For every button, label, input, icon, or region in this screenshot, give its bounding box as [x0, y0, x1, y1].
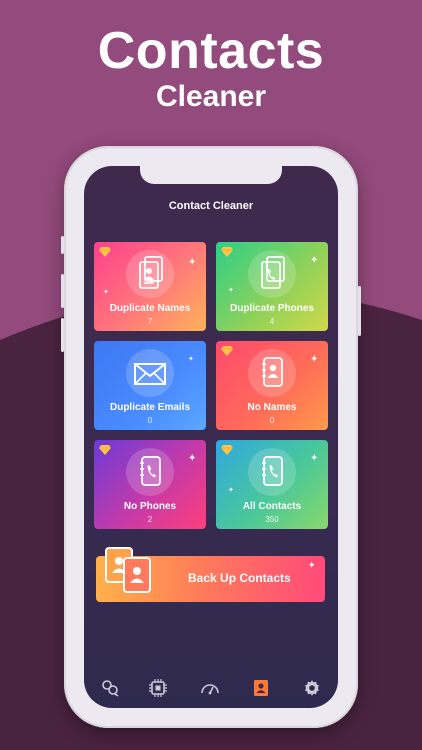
diamond-icon [221, 247, 233, 257]
sparkle-icon: ✦ [103, 289, 109, 296]
sparkle-icon: ✦ [228, 487, 234, 494]
sparkle-icon: ✦ [310, 354, 319, 365]
speedometer-icon[interactable] [200, 678, 220, 698]
sparkle-icon: ✦ [228, 287, 234, 294]
sparkle-icon: ✦ [310, 255, 319, 266]
sparkle-icon: ✦ [188, 453, 197, 464]
merge-icon[interactable] [100, 678, 120, 698]
app-title: Contact Cleaner [168, 200, 254, 212]
backup-contacts-icon [105, 547, 151, 593]
card-count: 7 [147, 317, 153, 326]
phone-book-icon [262, 456, 283, 486]
diamond-icon [99, 247, 111, 257]
promo-headline: Contacts Cleaner [0, 22, 422, 114]
sparkle-icon: ✦ [310, 453, 319, 464]
sparkle-icon: ✦ [308, 560, 316, 570]
back-up-contacts-button[interactable]: ✦ Back Up Contacts [96, 547, 325, 602]
card-label: Duplicate Names [109, 303, 191, 314]
card-count: 2 [147, 515, 153, 524]
card-label: Duplicate Phones [230, 303, 314, 314]
card-no-phones[interactable]: ✦ No Phones 2 [94, 440, 206, 529]
phone-frame: Contact Cleaner ✦ ✦ Duplicate Names 7 ✦ … [61, 146, 361, 728]
envelope-icon [134, 363, 166, 385]
card-count: 0 [147, 416, 153, 425]
card-label: Duplicate Emails [109, 402, 191, 413]
tab-bar [84, 670, 338, 708]
card-all-contacts[interactable]: ✦ ✦ All Contacts 350 [216, 440, 328, 529]
sparkle-icon: ✦ [188, 356, 194, 363]
contact-book-icon [139, 256, 163, 289]
card-count: 0 [269, 416, 275, 425]
diamond-icon [99, 445, 111, 455]
card-count: 4 [269, 317, 275, 326]
card-duplicate-emails[interactable]: ✦ Duplicate Emails 0 [94, 341, 206, 430]
card-no-names[interactable]: ✦ No Names 0 [216, 341, 328, 430]
card-duplicate-names[interactable]: ✦ ✦ Duplicate Names 7 [94, 242, 206, 331]
phone-notch [140, 166, 282, 184]
card-duplicate-phones[interactable]: ✦ ✦ Duplicate Phones 4 [216, 242, 328, 331]
contact-book-icon [262, 357, 283, 387]
gear-icon[interactable] [302, 678, 322, 698]
diamond-icon [221, 445, 233, 455]
sparkle-icon: ✦ [188, 257, 197, 268]
promo-title: Contacts [97, 22, 325, 80]
chip-icon[interactable] [148, 678, 168, 698]
promo-subtitle: Cleaner [155, 80, 267, 113]
card-label: All Contacts [242, 501, 302, 512]
app-screen: Contact Cleaner ✦ ✦ Duplicate Names 7 ✦ … [84, 166, 338, 708]
card-label: No Phones [123, 501, 177, 512]
card-label: No Names [247, 402, 297, 413]
diamond-icon [221, 346, 233, 356]
phone-book-icon [140, 456, 161, 486]
back-up-label: Back Up Contacts [188, 571, 291, 585]
contacts-icon[interactable] [251, 678, 271, 698]
phone-book-icon [261, 256, 285, 289]
card-count: 350 [265, 515, 279, 524]
